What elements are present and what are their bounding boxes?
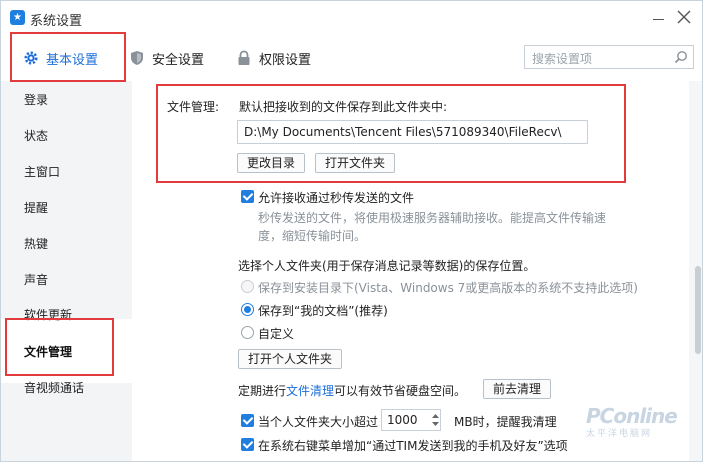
- cleanup-text-after: 可以有效节省硬盘空间。: [334, 384, 467, 398]
- open-personal-folder-button[interactable]: 打开个人文件夹: [238, 349, 342, 369]
- radio-install-dir-label: 保存到安装目录下(Vista、Windows 7或更高版本的系统不支持此选项): [258, 281, 638, 295]
- change-directory-button[interactable]: 更改目录: [237, 153, 305, 173]
- context-menu-checkbox[interactable]: [241, 438, 254, 451]
- personal-folder-heading: 选择个人文件夹(用于保存消息记录等数据)的保存位置。: [238, 259, 536, 273]
- tab-basic-label: 基本设置: [46, 52, 99, 68]
- sidebar-item-status[interactable]: 状态: [24, 127, 48, 144]
- sidebar: [1, 81, 132, 461]
- tab-permission-settings[interactable]: 权限设置: [236, 35, 311, 81]
- radio-custom[interactable]: [241, 326, 254, 339]
- search-placeholder: 搜索设置项: [532, 52, 593, 66]
- search-icon[interactable]: [674, 50, 688, 64]
- title-bar: ★ 系统设置: [1, 1, 702, 35]
- size-remind-label-before: 当个人文件夹大小超过: [258, 415, 379, 429]
- size-remind-checkbox[interactable]: [241, 414, 254, 427]
- minimize-icon[interactable]: [653, 19, 664, 20]
- tab-security-label: 安全设置: [152, 52, 205, 68]
- radio-install-dir: [241, 280, 254, 293]
- save-location-description: 默认把接收到的文件保存到此文件夹中:: [239, 100, 448, 114]
- size-remind-label-after: MB时，提醒我清理: [454, 415, 557, 429]
- radio-custom-label: 自定义: [258, 327, 295, 341]
- sidebar-item-main-window[interactable]: 主窗口: [24, 163, 60, 180]
- cleanup-text: 定期进行文件清理可以有效节省硬盘空间。: [238, 382, 466, 399]
- content-scrollbar-thumb[interactable]: [695, 266, 701, 354]
- receive-folder-path-field[interactable]: D:\My Documents\Tencent Files\571089340\…: [237, 120, 588, 144]
- open-folder-button[interactable]: 打开文件夹: [315, 153, 395, 173]
- sidebar-item-hotkey[interactable]: 热键: [24, 235, 48, 252]
- sidebar-item-file-management[interactable]: 文件管理: [24, 343, 72, 360]
- window-title: 系统设置: [30, 14, 83, 29]
- watermark-logo: PConline: [586, 404, 678, 428]
- go-cleanup-button[interactable]: 前去清理: [483, 379, 551, 399]
- spinner-arrows-icon[interactable]: [431, 410, 440, 430]
- sidebar-item-av-call[interactable]: 音视频通话: [24, 379, 84, 396]
- shield-icon: [131, 51, 143, 65]
- lock-icon: [238, 50, 250, 65]
- tab-permission-label: 权限设置: [259, 52, 312, 68]
- fast-transfer-desc-line2: 度，缩短传输时间。: [258, 229, 367, 243]
- watermark: PConline 太平洋电脑网: [586, 404, 678, 439]
- search-input[interactable]: 搜索设置项: [524, 45, 694, 69]
- sidebar-item-sound[interactable]: 声音: [24, 271, 48, 288]
- close-icon[interactable]: [677, 10, 691, 24]
- radio-my-documents[interactable]: [241, 303, 254, 316]
- fast-transfer-checkbox[interactable]: [241, 190, 254, 203]
- sidebar-item-update[interactable]: 软件更新: [24, 306, 72, 323]
- tab-security-settings[interactable]: 安全设置: [129, 35, 204, 81]
- settings-window: ★ 系统设置 基本设置 安全设置 权限设置 搜索设置项 登录 状态 主窗口 提醒…: [0, 0, 703, 462]
- sidebar-item-login[interactable]: 登录: [24, 91, 48, 108]
- context-menu-label: 在系统右键菜单增加“通过TIM发送到我的手机及好友”选项: [258, 439, 568, 453]
- sidebar-item-reminder[interactable]: 提醒: [24, 199, 48, 216]
- cleanup-text-before: 定期进行: [238, 384, 287, 398]
- app-logo-icon: ★: [10, 10, 25, 25]
- radio-my-documents-label: 保存到“我的文档”(推荐): [258, 304, 388, 318]
- file-management-label: 文件管理:: [167, 100, 220, 114]
- fast-transfer-label: 允许接收通过秒传发送的文件: [258, 191, 415, 205]
- tab-basic-settings[interactable]: 基本设置: [23, 35, 98, 81]
- fast-transfer-desc-line1: 秒传发送的文件，将使用极速服务器辅助接收。能提高文件传输速: [258, 211, 607, 225]
- settings-tab-bar: 基本设置 安全设置 权限设置 搜索设置项: [1, 35, 702, 81]
- file-cleanup-link[interactable]: 文件清理: [286, 384, 334, 398]
- gear-icon: [24, 51, 38, 65]
